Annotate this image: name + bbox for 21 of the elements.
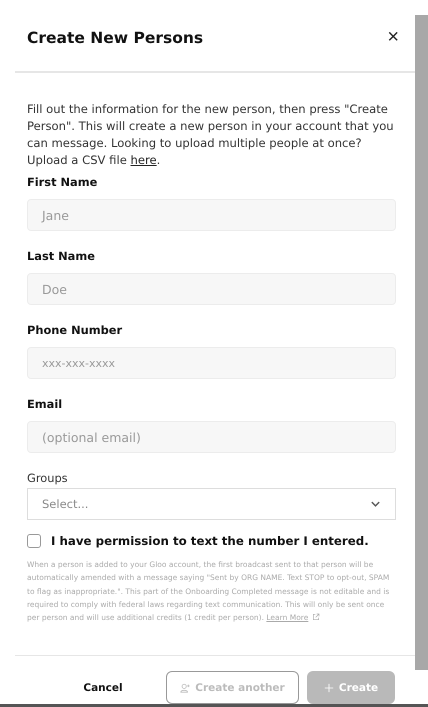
checkbox-label: I have permission to text the number I entered. bbox=[51, 534, 369, 548]
intro-text: Fill out the information for the new person, then press "Create Person". This will create a new person in your account that you can message. Looking to upload multiple people at once? Upload a CSV file here. bbox=[27, 101, 395, 169]
dialog-title: Create New Persons bbox=[27, 28, 204, 46]
field-label: Phone Number bbox=[27, 323, 124, 337]
checkbox[interactable] bbox=[27, 534, 41, 548]
close-button[interactable]: × bbox=[383, 26, 403, 49]
field-label: Last Name bbox=[27, 249, 96, 263]
input-field[interactable]: xxx-xxx-xxxx bbox=[27, 347, 396, 379]
external-link-icon[interactable] bbox=[312, 613, 320, 622]
cancel-button[interactable]: Cancel bbox=[48, 671, 158, 704]
groups-dropdown[interactable]: Select... bbox=[27, 488, 396, 520]
input-field[interactable]: (optional email) bbox=[27, 421, 396, 453]
field-label: First Name bbox=[27, 175, 98, 189]
field-label: Email bbox=[27, 397, 64, 411]
input-field[interactable]: Doe bbox=[27, 273, 396, 305]
chevron-down-icon bbox=[370, 500, 381, 508]
upload-link[interactable]: here bbox=[130, 153, 157, 167]
input-field[interactable]: Jane bbox=[27, 199, 396, 231]
person-add-icon bbox=[180, 682, 190, 692]
field-label: Groups bbox=[27, 471, 69, 485]
plus-icon bbox=[324, 682, 334, 692]
